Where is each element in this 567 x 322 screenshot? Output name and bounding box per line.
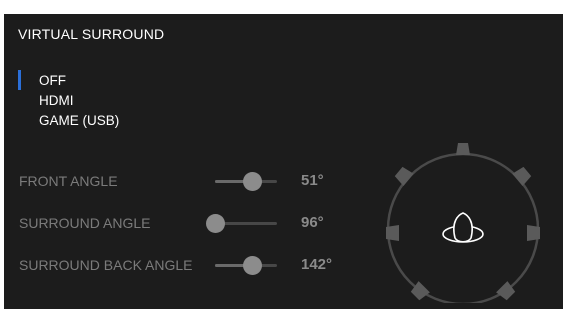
surround-angle-label: SURROUND ANGLE — [19, 215, 151, 231]
front-angle-row: FRONT ANGLE 51° — [19, 171, 359, 191]
virtual-surround-options: OFF HDMI GAME (USB) — [18, 70, 119, 131]
speaker-layout-svg — [386, 143, 540, 306]
option-game-usb[interactable]: GAME (USB) — [18, 111, 119, 131]
option-hdmi[interactable]: HDMI — [18, 91, 119, 111]
surround-angle-value: 96° — [301, 214, 324, 231]
listener-head-icon — [442, 212, 484, 243]
slider-thumb[interactable] — [243, 172, 263, 191]
option-label: GAME (USB) — [39, 113, 120, 128]
surround-back-angle-label: SURROUND BACK ANGLE — [19, 257, 193, 273]
speaker-layout-diagram — [381, 138, 551, 306]
front-angle-label: FRONT ANGLE — [19, 173, 118, 189]
virtual-surround-panel: VIRTUAL SURROUND OFF HDMI GAME (USB) FRO… — [4, 14, 563, 309]
speaker-icon — [512, 166, 532, 186]
surround-back-angle-slider[interactable] — [215, 256, 277, 275]
surround-back-angle-row: SURROUND BACK ANGLE 142° — [19, 255, 359, 275]
slider-thumb[interactable] — [206, 214, 225, 233]
front-angle-slider[interactable] — [215, 172, 277, 191]
slider-thumb[interactable] — [243, 256, 263, 275]
option-label: HDMI — [39, 93, 74, 108]
speaker-icon — [527, 225, 540, 241]
speaker-icon — [394, 166, 414, 186]
surround-back-angle-value: 142° — [301, 256, 333, 273]
speaker-icon — [386, 225, 399, 241]
section-title: VIRTUAL SURROUND — [18, 26, 165, 42]
speaker-icon — [456, 143, 470, 155]
option-off[interactable]: OFF — [18, 70, 119, 91]
surround-angle-row: SURROUND ANGLE 96° — [19, 213, 359, 233]
surround-angle-slider[interactable] — [206, 214, 277, 233]
option-label: OFF — [39, 73, 66, 88]
front-angle-value: 51° — [301, 172, 324, 189]
